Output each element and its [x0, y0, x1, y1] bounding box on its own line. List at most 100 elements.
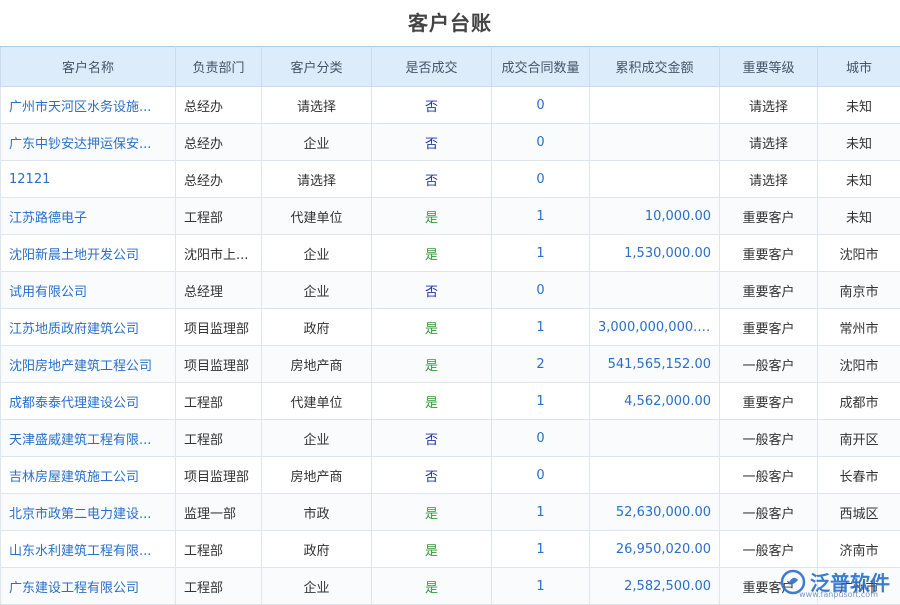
cell-total-amount: [590, 124, 720, 161]
cell-contract-count: 0: [492, 124, 590, 161]
table-row[interactable]: 山东水利建筑工程有限...工程部政府是126,950,020.00一般客户济南市: [1, 531, 900, 568]
cell-customer-name[interactable]: 广东建设工程有限公司: [1, 568, 176, 605]
cell-department: 工程部: [176, 531, 262, 568]
table-row[interactable]: 江苏路德电子工程部代建单位是110,000.00重要客户未知: [1, 198, 900, 235]
cell-customer-name[interactable]: 成都泰泰代理建设公司: [1, 383, 176, 420]
table-row[interactable]: 广州市天河区水务设施...总经办请选择否0请选择未知: [1, 87, 900, 124]
cell-contract-count: 1: [492, 235, 590, 272]
cell-city: 成都市: [818, 383, 900, 420]
cell-deal-status: 否: [372, 87, 492, 124]
cell-customer-name[interactable]: 江苏路德电子: [1, 198, 176, 235]
cell-city: 济南市: [818, 531, 900, 568]
table-row[interactable]: 12121总经办请选择否0请选择未知: [1, 161, 900, 198]
cell-contract-count: 1: [492, 531, 590, 568]
cell-department: 总经办: [176, 124, 262, 161]
cell-category: 企业: [262, 272, 372, 309]
cell-city: 南开区: [818, 420, 900, 457]
cell-total-amount: [590, 420, 720, 457]
cell-contract-count: 1: [492, 383, 590, 420]
cell-customer-name[interactable]: 12121: [1, 161, 176, 198]
cell-customer-name[interactable]: 广东中钞安达押运保安...: [1, 124, 176, 161]
cell-category: 政府: [262, 531, 372, 568]
cell-customer-name[interactable]: 山东水利建筑工程有限...: [1, 531, 176, 568]
table-row[interactable]: 广东建设工程有限公司工程部企业是12,582,500.00重要客户广州市: [1, 568, 900, 605]
cell-category: 代建单位: [262, 198, 372, 235]
cell-city: 广州市: [818, 568, 900, 605]
cell-importance-level: 重要客户: [720, 309, 818, 346]
cell-city: 西城区: [818, 494, 900, 531]
cell-category: 企业: [262, 124, 372, 161]
cell-contract-count: 2: [492, 346, 590, 383]
cell-deal-status: 是: [372, 235, 492, 272]
column-header-name[interactable]: 客户名称: [1, 47, 176, 87]
cell-category: 政府: [262, 309, 372, 346]
table-row[interactable]: 成都泰泰代理建设公司工程部代建单位是14,562,000.00重要客户成都市: [1, 383, 900, 420]
column-header-city[interactable]: 城市: [818, 47, 900, 87]
page-title: 客户台账: [0, 0, 900, 46]
cell-total-amount: 3,000,000,000.00: [590, 309, 720, 346]
cell-customer-name[interactable]: 试用有限公司: [1, 272, 176, 309]
cell-deal-status: 是: [372, 309, 492, 346]
cell-customer-name[interactable]: 天津盛威建筑工程有限...: [1, 420, 176, 457]
cell-total-amount: 541,565,152.00: [590, 346, 720, 383]
cell-total-amount: [590, 457, 720, 494]
cell-deal-status: 否: [372, 161, 492, 198]
cell-category: 企业: [262, 235, 372, 272]
table-row[interactable]: 广东中钞安达押运保安...总经办企业否0请选择未知: [1, 124, 900, 161]
table-row[interactable]: 试用有限公司总经理企业否0重要客户南京市: [1, 272, 900, 309]
table-row[interactable]: 吉林房屋建筑施工公司项目监理部房地产商否0一般客户长春市: [1, 457, 900, 494]
cell-customer-name[interactable]: 沈阳新晨土地开发公司: [1, 235, 176, 272]
cell-total-amount: 10,000.00: [590, 198, 720, 235]
cell-importance-level: 重要客户: [720, 272, 818, 309]
cell-department: 总经办: [176, 161, 262, 198]
column-header-deal[interactable]: 是否成交: [372, 47, 492, 87]
column-header-contracts[interactable]: 成交合同数量: [492, 47, 590, 87]
cell-total-amount: [590, 87, 720, 124]
cell-contract-count: 0: [492, 457, 590, 494]
cell-total-amount: 2,582,500.00: [590, 568, 720, 605]
cell-department: 项目监理部: [176, 309, 262, 346]
cell-department: 监理一部: [176, 494, 262, 531]
column-header-category[interactable]: 客户分类: [262, 47, 372, 87]
table-row[interactable]: 北京市政第二电力建设...监理一部市政是152,630,000.00一般客户西城…: [1, 494, 900, 531]
customer-table: 客户名称 负责部门 客户分类 是否成交 成交合同数量 累积成交金额 重要等级 城…: [0, 46, 900, 605]
cell-city: 沈阳市: [818, 235, 900, 272]
cell-importance-level: 请选择: [720, 87, 818, 124]
cell-deal-status: 是: [372, 494, 492, 531]
column-header-dept[interactable]: 负责部门: [176, 47, 262, 87]
cell-contract-count: 1: [492, 198, 590, 235]
cell-city: 未知: [818, 124, 900, 161]
cell-importance-level: 重要客户: [720, 568, 818, 605]
table-row[interactable]: 沈阳房地产建筑工程公司项目监理部房地产商是2541,565,152.00一般客户…: [1, 346, 900, 383]
cell-city: 未知: [818, 198, 900, 235]
cell-customer-name[interactable]: 沈阳房地产建筑工程公司: [1, 346, 176, 383]
cell-importance-level: 重要客户: [720, 235, 818, 272]
cell-total-amount: 4,562,000.00: [590, 383, 720, 420]
cell-department: 沈阳市上...: [176, 235, 262, 272]
cell-deal-status: 否: [372, 272, 492, 309]
column-header-level[interactable]: 重要等级: [720, 47, 818, 87]
cell-customer-name[interactable]: 江苏地质政府建筑公司: [1, 309, 176, 346]
cell-customer-name[interactable]: 北京市政第二电力建设...: [1, 494, 176, 531]
cell-category: 房地产商: [262, 457, 372, 494]
cell-total-amount: [590, 161, 720, 198]
column-header-amount[interactable]: 累积成交金额: [590, 47, 720, 87]
cell-contract-count: 0: [492, 87, 590, 124]
cell-deal-status: 是: [372, 198, 492, 235]
cell-deal-status: 是: [372, 568, 492, 605]
cell-city: 沈阳市: [818, 346, 900, 383]
table-row[interactable]: 江苏地质政府建筑公司项目监理部政府是13,000,000,000.00重要客户常…: [1, 309, 900, 346]
cell-city: 常州市: [818, 309, 900, 346]
cell-importance-level: 一般客户: [720, 531, 818, 568]
cell-customer-name[interactable]: 吉林房屋建筑施工公司: [1, 457, 176, 494]
cell-importance-level: 一般客户: [720, 346, 818, 383]
table-row[interactable]: 沈阳新晨土地开发公司沈阳市上...企业是11,530,000.00重要客户沈阳市: [1, 235, 900, 272]
cell-department: 总经理: [176, 272, 262, 309]
cell-category: 房地产商: [262, 346, 372, 383]
cell-department: 工程部: [176, 568, 262, 605]
table-row[interactable]: 天津盛威建筑工程有限...工程部企业否0一般客户南开区: [1, 420, 900, 457]
cell-department: 项目监理部: [176, 457, 262, 494]
cell-importance-level: 一般客户: [720, 494, 818, 531]
cell-customer-name[interactable]: 广州市天河区水务设施...: [1, 87, 176, 124]
cell-category: 代建单位: [262, 383, 372, 420]
